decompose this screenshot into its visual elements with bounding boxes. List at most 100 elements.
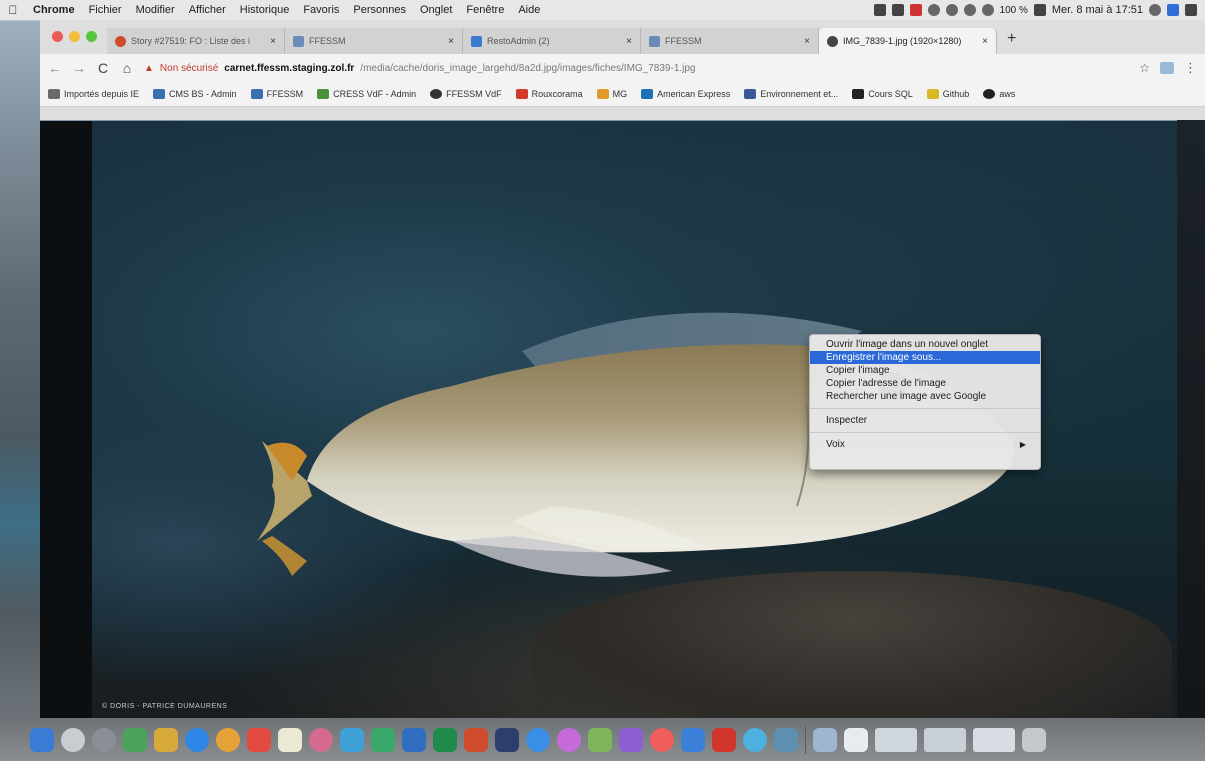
ctx-save-image-as[interactable]: Enregistrer l'image sous... <box>810 351 1040 364</box>
gpu-status-icon[interactable] <box>873 4 886 16</box>
ctx-speech[interactable]: Voix ▶ <box>810 438 1040 451</box>
tab-image-active[interactable]: IMG_7839-1.jpg (1920×1280) × <box>819 28 997 54</box>
bookmark-environnement[interactable]: Environnement et... <box>744 89 838 99</box>
close-tab-icon[interactable]: × <box>448 36 454 47</box>
ctx-search-image-google[interactable]: Rechercher une image avec Google <box>810 390 1040 403</box>
tab-ffessm-2[interactable]: FFESSM × <box>641 28 819 54</box>
minimized-window-icon[interactable] <box>875 727 917 752</box>
menu-fichier[interactable]: Fichier <box>82 4 129 16</box>
address-bar[interactable]: ▲ Non sécurisé carnet.ffessm.staging.zol… <box>144 58 1129 78</box>
zoom-icon[interactable] <box>681 727 705 752</box>
wifi-icon[interactable] <box>963 4 976 16</box>
facetime-icon[interactable] <box>371 727 395 752</box>
battery-percent[interactable]: 100 % <box>1000 5 1028 16</box>
messages-icon[interactable] <box>340 727 364 752</box>
notes-icon[interactable] <box>154 727 178 752</box>
spotlight-icon[interactable] <box>1149 4 1161 16</box>
finder-icon[interactable] <box>30 727 54 752</box>
bookmark-ffessm[interactable]: FFESSM <box>250 89 303 99</box>
zoom-window-button[interactable] <box>86 31 97 42</box>
minimized-window-icon[interactable] <box>924 727 966 752</box>
extension-icon[interactable] <box>1160 62 1174 74</box>
bookmark-rouxcorama[interactable]: Rouxcorama <box>515 89 583 99</box>
close-window-button[interactable] <box>52 31 63 42</box>
chrome-dock-icon[interactable] <box>216 727 240 752</box>
bookmark-star-icon[interactable]: ☆ <box>1139 61 1150 75</box>
mail-icon[interactable] <box>185 727 209 752</box>
submenu-arrow-icon: ▶ <box>1019 440 1026 449</box>
bookmark-aws[interactable]: aws <box>983 89 1015 99</box>
evernote-icon[interactable] <box>909 4 922 16</box>
menu-favoris[interactable]: Favoris <box>296 4 346 16</box>
terminal-icon[interactable] <box>774 727 798 752</box>
excel-icon[interactable] <box>433 727 457 752</box>
close-tab-icon[interactable]: × <box>270 36 276 47</box>
close-tab-icon[interactable]: × <box>982 36 988 47</box>
battery-icon[interactable] <box>1033 4 1046 16</box>
reload-button[interactable]: C <box>96 60 110 76</box>
bookmark-cours-sql[interactable]: Cours SQL <box>852 89 913 99</box>
bookmark-ffessm-vdf[interactable]: FFESSM VdF <box>430 89 502 99</box>
teams-icon[interactable] <box>650 727 674 752</box>
ctx-inspect[interactable]: Inspecter <box>810 414 1040 427</box>
bookmark-imported[interactable]: Importés depuis IE <box>48 89 139 99</box>
imovie-icon[interactable] <box>619 727 643 752</box>
ctx-copy-image-address[interactable]: Copier l'adresse de l'image <box>810 377 1040 390</box>
tab-story[interactable]: Story #27519: FO : Liste des i × <box>107 28 285 54</box>
lightroom-icon[interactable] <box>495 727 519 752</box>
ctx-copy-image[interactable]: Copier l'image <box>810 364 1040 377</box>
filezilla-icon[interactable] <box>743 727 767 752</box>
bookmark-github[interactable]: Github <box>926 89 969 99</box>
menu-modifier[interactable]: Modifier <box>129 4 182 16</box>
slack-icon[interactable] <box>891 4 904 16</box>
menu-chrome[interactable]: Chrome <box>26 4 82 16</box>
home-button[interactable]: ⌂ <box>120 60 134 76</box>
menu-fenetre[interactable]: Fenêtre <box>459 4 511 16</box>
menu-aide[interactable]: Aide <box>511 4 547 16</box>
menu-personnes[interactable]: Personnes <box>346 4 413 16</box>
ctx-open-image-new-tab[interactable]: Ouvrir l'image dans un nouvel onglet <box>810 338 1040 351</box>
launchpad-icon[interactable] <box>61 727 85 752</box>
apple-icon[interactable]:  <box>0 3 26 17</box>
photos-icon[interactable] <box>309 727 333 752</box>
bookmark-mg[interactable]: MG <box>596 89 627 99</box>
itunes-icon[interactable] <box>557 727 581 752</box>
trash-icon[interactable] <box>1022 727 1046 752</box>
acrobat-icon[interactable] <box>712 727 736 752</box>
menu-onglet[interactable]: Onglet <box>413 4 459 16</box>
bluetooth-icon[interactable] <box>945 4 958 16</box>
back-button[interactable]: ← <box>48 60 62 76</box>
safari-icon[interactable] <box>92 727 116 752</box>
bookmark-amex[interactable]: American Express <box>641 89 730 99</box>
close-tab-icon[interactable]: × <box>626 36 632 47</box>
tab-ffessm[interactable]: FFESSM × <box>285 28 463 54</box>
menu-historique[interactable]: Historique <box>233 4 297 16</box>
preview-icon[interactable] <box>123 727 147 752</box>
minimized-window-icon[interactable] <box>973 727 1015 752</box>
minimize-window-button[interactable] <box>69 31 80 42</box>
menu-afficher[interactable]: Afficher <box>182 4 233 16</box>
bookmark-cress-admin[interactable]: CRESS VdF - Admin <box>317 89 416 99</box>
user-icon[interactable] <box>1167 4 1179 16</box>
close-tab-icon[interactable]: × <box>804 36 810 47</box>
notification-center-icon[interactable] <box>1185 4 1197 16</box>
not-secure-label[interactable]: Non sécurisé <box>160 63 218 74</box>
menubar-clock[interactable]: Mer. 8 mai à 17:51 <box>1052 4 1143 16</box>
document-icon[interactable] <box>844 727 868 752</box>
tab-restoadmin[interactable]: RestoAdmin (2) × <box>463 28 641 54</box>
maps-icon[interactable] <box>588 727 612 752</box>
new-tab-button[interactable]: + <box>997 30 1026 54</box>
forward-button[interactable]: → <box>72 60 86 76</box>
chrome-menu-button[interactable]: ⋮ <box>1184 60 1197 76</box>
bookmark-cms-admin[interactable]: CMS BS - Admin <box>153 89 237 99</box>
stickies-icon[interactable] <box>278 727 302 752</box>
bookmarks-bar: Importés depuis IE CMS BS - Admin FFESSM… <box>40 82 1205 107</box>
calendar-icon[interactable] <box>247 727 271 752</box>
time-machine-icon[interactable] <box>927 4 940 16</box>
word-icon[interactable] <box>402 727 426 752</box>
powerpoint-icon[interactable] <box>464 727 488 752</box>
app-store-icon[interactable] <box>526 727 550 752</box>
warning-icon[interactable]: ▲ <box>144 63 154 74</box>
downloads-folder-icon[interactable] <box>813 727 837 752</box>
volume-icon[interactable] <box>981 4 994 16</box>
